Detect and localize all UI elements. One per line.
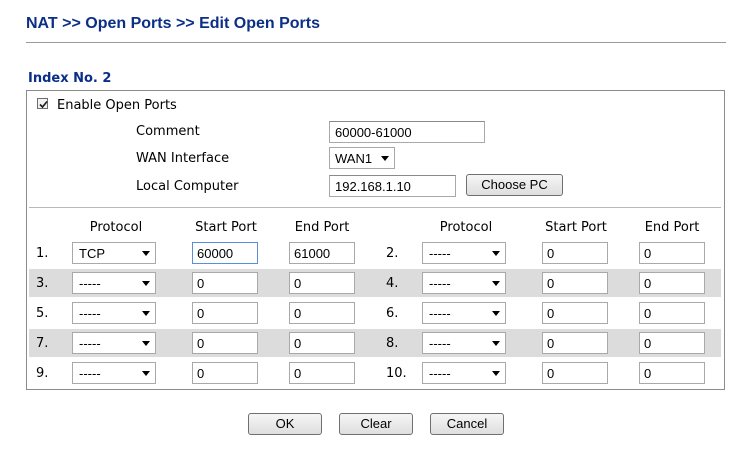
protocol-select[interactable]: -----: [422, 302, 506, 324]
end-port-input[interactable]: 0: [289, 272, 355, 294]
row-number: 2.: [386, 246, 399, 261]
page-title: NAT >> Open Ports >> Edit Open Ports: [26, 15, 320, 32]
header-protocol-left: Protocol: [89, 220, 143, 235]
end-port-input[interactable]: 0: [289, 332, 355, 354]
header-protocol-right: Protocol: [439, 220, 493, 235]
enable-label: Enable Open Ports: [57, 98, 177, 113]
end-port-input[interactable]: 0: [289, 362, 355, 384]
start-port-input[interactable]: 0: [542, 272, 608, 294]
protocol-value: -----: [79, 276, 101, 291]
chevron-down-icon: [142, 281, 150, 286]
protocol-select[interactable]: -----: [72, 302, 156, 324]
chevron-down-icon: [142, 371, 150, 376]
start-port-input[interactable]: 0: [192, 272, 258, 294]
protocol-select[interactable]: -----: [422, 332, 506, 354]
row-number: 7.: [36, 336, 49, 351]
checkmark-icon: [39, 100, 48, 109]
end-port-input[interactable]: 0: [639, 272, 705, 294]
comment-input[interactable]: 60000-61000: [329, 121, 485, 143]
start-port-input[interactable]: 0: [542, 302, 608, 324]
index-label: Index No. 2: [28, 71, 112, 86]
protocol-select[interactable]: -----: [422, 272, 506, 294]
choose-pc-button[interactable]: Choose PC: [466, 174, 563, 196]
header-start-port-right: Start Port: [545, 220, 607, 235]
table-row: 9. ----- 0 0 10. ----- 0 0: [29, 359, 721, 387]
row-number: 1.: [36, 246, 49, 261]
end-port-input[interactable]: 0: [639, 362, 705, 384]
clear-button[interactable]: Clear: [339, 413, 413, 435]
chevron-down-icon: [492, 311, 500, 316]
table-row: 7. ----- 0 0 8. ----- 0 0: [29, 329, 721, 357]
protocol-value: -----: [79, 336, 101, 351]
comment-label: Comment: [136, 124, 200, 139]
title-divider: [26, 42, 726, 43]
protocol-value: -----: [429, 306, 451, 321]
protocol-value: -----: [79, 366, 101, 381]
protocol-value: -----: [429, 336, 451, 351]
local-computer-input[interactable]: 192.168.1.10: [329, 175, 456, 197]
end-port-input[interactable]: 0: [289, 302, 355, 324]
chevron-down-icon: [492, 251, 500, 256]
chevron-down-icon: [492, 341, 500, 346]
protocol-value: -----: [79, 306, 101, 321]
header-end-port-left: End Port: [294, 220, 350, 235]
chevron-down-icon: [492, 281, 500, 286]
protocol-value: -----: [429, 246, 451, 261]
protocol-select[interactable]: TCP: [72, 242, 156, 264]
header-start-port-left: Start Port: [195, 220, 257, 235]
table-divider: [29, 207, 721, 208]
start-port-input[interactable]: 0: [192, 302, 258, 324]
protocol-select[interactable]: -----: [72, 272, 156, 294]
start-port-input[interactable]: 0: [192, 362, 258, 384]
protocol-value: -----: [429, 366, 451, 381]
wan-interface-value: WAN1: [335, 151, 373, 166]
row-number: 5.: [36, 306, 49, 321]
end-port-input[interactable]: 0: [639, 332, 705, 354]
ok-button[interactable]: OK: [248, 413, 322, 435]
cancel-button[interactable]: Cancel: [430, 413, 504, 435]
protocol-select[interactable]: -----: [422, 362, 506, 384]
chevron-down-icon: [142, 251, 150, 256]
protocol-value: TCP: [79, 246, 105, 261]
table-row: 5. ----- 0 0 6. ----- 0 0: [29, 299, 721, 327]
chevron-down-icon: [142, 341, 150, 346]
row-number: 8.: [386, 336, 399, 351]
end-port-input[interactable]: 0: [639, 302, 705, 324]
chevron-down-icon: [492, 371, 500, 376]
start-port-input[interactable]: 0: [542, 362, 608, 384]
chevron-down-icon: [381, 156, 389, 161]
table-row: 1. TCP 60000 61000 2. ----- 0 0: [29, 239, 721, 267]
local-computer-label: Local Computer: [136, 179, 239, 194]
end-port-input[interactable]: 0: [639, 242, 705, 264]
protocol-select[interactable]: -----: [422, 242, 506, 264]
table-row: 3. ----- 0 0 4. ----- 0 0: [29, 269, 721, 297]
wan-interface-label: WAN Interface: [136, 151, 230, 166]
enable-checkbox[interactable]: [37, 98, 48, 109]
row-number: 6.: [386, 306, 399, 321]
protocol-value: -----: [429, 276, 451, 291]
protocol-select[interactable]: -----: [72, 362, 156, 384]
end-port-input[interactable]: 61000: [289, 242, 355, 264]
wan-interface-select[interactable]: WAN1: [329, 147, 395, 169]
row-number: 4.: [386, 276, 399, 291]
start-port-input[interactable]: 0: [542, 242, 608, 264]
start-port-input[interactable]: 60000: [192, 242, 258, 264]
row-number: 10.: [386, 366, 407, 381]
row-number: 3.: [36, 276, 49, 291]
start-port-input[interactable]: 0: [542, 332, 608, 354]
protocol-select[interactable]: -----: [72, 332, 156, 354]
start-port-input[interactable]: 0: [192, 332, 258, 354]
chevron-down-icon: [142, 311, 150, 316]
row-number: 9.: [36, 366, 49, 381]
header-end-port-right: End Port: [644, 220, 700, 235]
